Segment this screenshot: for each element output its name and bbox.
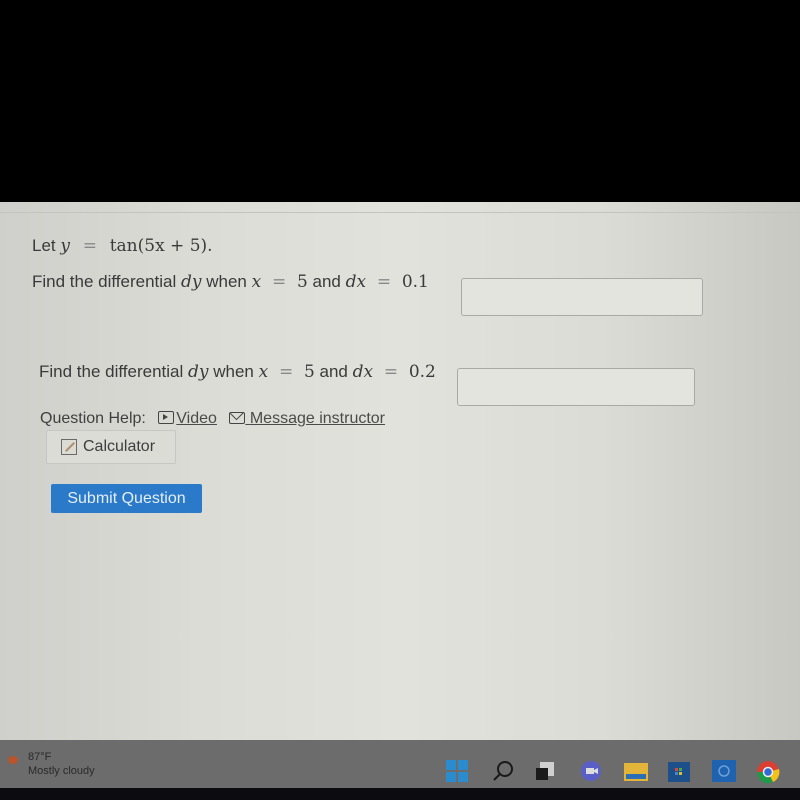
part-eq: = [278, 362, 294, 382]
answer-input-2[interactable] [457, 368, 695, 406]
question-intro: Let y = tan(5x + 5). [32, 236, 213, 256]
video-icon [158, 411, 175, 424]
weather-widget[interactable]: 87°F Mostly cloudy [28, 750, 95, 778]
part-dy: dy [188, 362, 209, 382]
weather-temp: 87°F [28, 751, 52, 763]
intro-prefix: Let [32, 236, 56, 255]
video-link-label: Video [176, 410, 217, 427]
file-explorer-icon[interactable] [624, 760, 648, 782]
weather-icon [8, 756, 18, 764]
part-dxval: 0.1 [401, 272, 429, 292]
part-prefix: Find the differential [32, 272, 177, 291]
windows-start-icon[interactable] [446, 760, 468, 782]
question-help: Question Help: Video Message instructor [40, 410, 385, 428]
video-link[interactable]: Video [158, 410, 217, 427]
intro-equals: = [82, 236, 97, 256]
calculator-label: Calculator [83, 438, 156, 455]
part-xval: 5 [296, 272, 308, 292]
question-help-label: Question Help: [40, 410, 146, 427]
part-and: and [319, 362, 348, 381]
mail-icon [229, 412, 246, 424]
search-icon[interactable] [492, 760, 514, 782]
question-part-1: Find the differential dy when x = 5 and … [32, 272, 429, 292]
part-prefix: Find the differential [39, 362, 184, 381]
chat-icon[interactable] [580, 760, 602, 782]
task-view-icon[interactable] [534, 760, 556, 782]
part-eq: = [271, 272, 287, 292]
message-instructor-link[interactable]: Message instructor [229, 410, 385, 427]
part-xval: 5 [303, 362, 315, 382]
calculator-button[interactable]: Calculator [46, 430, 176, 464]
intro-var: y [60, 236, 70, 256]
part-when: when [206, 272, 247, 291]
browser-page: Let y = tan(5x + 5). Find the differenti… [0, 202, 800, 740]
store-icon[interactable] [668, 760, 690, 782]
part-dy: dy [181, 272, 202, 292]
part-dx: dx [345, 272, 367, 292]
submit-question-button[interactable]: Submit Question [51, 484, 202, 513]
bezel [0, 788, 800, 800]
intro-expr: tan(5x + 5). [109, 236, 213, 256]
question-part-2: Find the differential dy when x = 5 and … [39, 362, 436, 382]
part-eq: = [376, 272, 392, 292]
divider [0, 212, 800, 213]
part-dx: dx [352, 362, 374, 382]
app-icon[interactable] [712, 760, 736, 782]
part-x: x [258, 362, 269, 382]
part-and: and [312, 272, 341, 291]
weather-desc: Mostly cloudy [28, 765, 95, 777]
part-x: x [251, 272, 262, 292]
calculator-icon [61, 439, 77, 455]
part-when: when [213, 362, 254, 381]
part-eq: = [383, 362, 399, 382]
taskbar: 87°F Mostly cloudy [0, 740, 800, 788]
part-dxval: 0.2 [408, 362, 436, 382]
answer-input-1[interactable] [461, 278, 703, 316]
message-link-label: Message instructor [249, 410, 386, 427]
chrome-icon[interactable] [756, 760, 780, 784]
